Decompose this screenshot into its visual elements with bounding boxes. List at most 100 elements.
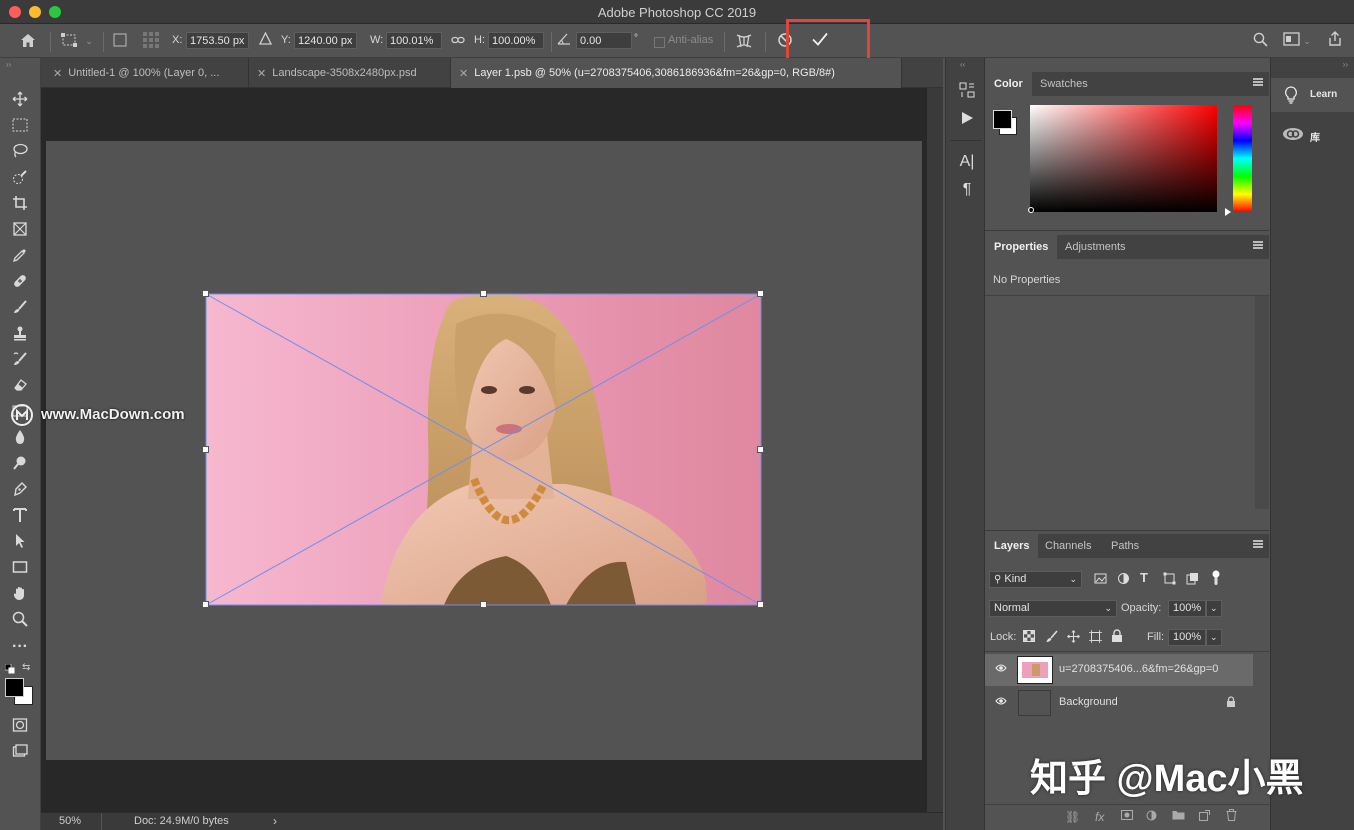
transform-bounding-box[interactable]	[200, 288, 768, 612]
link-icon[interactable]	[450, 33, 466, 49]
warp-icon[interactable]	[734, 32, 754, 53]
tab-channels[interactable]: Channels	[1036, 534, 1100, 558]
color-spectrum-field[interactable]	[1030, 105, 1217, 212]
filter-smart-object-icon[interactable]	[1186, 572, 1200, 586]
color-picker-marker[interactable]	[1028, 207, 1034, 213]
workspace-icon[interactable]	[1281, 32, 1301, 49]
hand-tool-icon[interactable]	[9, 585, 31, 605]
filter-adjustment-icon[interactable]	[1117, 572, 1131, 586]
history-panel-icon[interactable]	[956, 82, 978, 104]
transform-handle-left[interactable]	[202, 446, 209, 453]
delta-icon[interactable]	[257, 31, 273, 48]
x-position-field[interactable]: 1753.50 px	[186, 32, 249, 49]
layer-name[interactable]: u=2708375406...6&fm=26&gp=0	[1059, 663, 1218, 675]
anti-alias-checkbox[interactable]	[653, 35, 665, 51]
history-brush-tool-icon[interactable]	[9, 351, 31, 371]
filter-pixel-icon[interactable]	[1094, 572, 1108, 586]
tab-swatches[interactable]: Swatches	[1031, 72, 1097, 96]
character-panel-icon[interactable]: A|	[956, 151, 978, 173]
panel-menu-icon[interactable]	[1253, 78, 1263, 86]
height-field[interactable]: 100.00%	[488, 32, 544, 49]
learn-panel-button[interactable]: Learn	[1271, 78, 1354, 112]
layer-filter-select[interactable]: ⚲ Kind ⌄	[989, 571, 1082, 588]
panel-menu-icon[interactable]	[1253, 540, 1263, 548]
transform-handle-top-right[interactable]	[757, 290, 764, 297]
chevron-down-icon[interactable]: ⌄	[84, 33, 94, 49]
opacity-field[interactable]: 100%	[1168, 600, 1206, 617]
width-field[interactable]: 100.01%	[386, 32, 442, 49]
lock-position-icon[interactable]	[1067, 630, 1080, 643]
fill-field[interactable]: 100%	[1168, 629, 1206, 646]
transform-tool-icon[interactable]	[58, 33, 80, 50]
actions-play-icon[interactable]	[956, 110, 978, 132]
close-tab-icon[interactable]: ✕	[459, 67, 468, 80]
vertical-scrollbar[interactable]	[927, 88, 943, 812]
home-icon[interactable]	[18, 33, 38, 51]
default-colors-icon[interactable]	[4, 663, 15, 674]
layer-row-smart-object[interactable]: u=2708375406...6&fm=26&gp=0	[985, 654, 1253, 686]
delete-layer-icon[interactable]	[1226, 809, 1238, 822]
close-tab-icon[interactable]: ✕	[257, 67, 266, 80]
lock-all-icon[interactable]	[1111, 629, 1124, 643]
quick-selection-tool-icon[interactable]	[9, 169, 31, 189]
tab-untitled[interactable]: ✕ Untitled-1 @ 100% (Layer 0, ...	[45, 58, 249, 88]
quick-mask-icon[interactable]	[9, 717, 31, 737]
libraries-panel-button[interactable]: 库	[1271, 118, 1354, 152]
filter-shape-icon[interactable]	[1163, 572, 1177, 586]
blur-tool-icon[interactable]	[9, 429, 31, 449]
swap-colors-icon[interactable]: ⇆	[22, 662, 34, 674]
paragraph-panel-icon[interactable]: ¶	[956, 179, 978, 201]
transform-handle-top-left[interactable]	[202, 290, 209, 297]
hue-slider[interactable]	[1233, 105, 1252, 212]
tab-properties[interactable]: Properties	[985, 235, 1058, 259]
fill-chevron-icon[interactable]: ⌄	[1206, 629, 1222, 646]
foreground-color-swatch[interactable]	[5, 678, 24, 697]
more-tools-icon[interactable]: ···	[9, 637, 31, 657]
eraser-tool-icon[interactable]	[9, 377, 31, 397]
healing-brush-tool-icon[interactable]	[9, 273, 31, 293]
workspace-chevron-icon[interactable]: ⌄	[1302, 33, 1312, 49]
tab-layers[interactable]: Layers	[985, 534, 1039, 558]
layer-row-background[interactable]: Background	[985, 687, 1253, 719]
angle-icon[interactable]	[556, 32, 572, 48]
visibility-eye-icon[interactable]	[995, 663, 1007, 675]
collapse-arrows-icon[interactable]: ››	[6, 60, 11, 69]
type-tool-icon[interactable]	[9, 507, 31, 527]
hue-slider-handle[interactable]	[1225, 208, 1231, 216]
collapse-arrows-icon[interactable]: ››	[1343, 60, 1348, 69]
transform-handle-right[interactable]	[757, 446, 764, 453]
lasso-tool-icon[interactable]	[9, 143, 31, 163]
path-selection-tool-icon[interactable]	[9, 533, 31, 553]
tab-color[interactable]: Color	[985, 72, 1032, 96]
filter-type-icon[interactable]: T	[1140, 570, 1154, 585]
document-info[interactable]: Doc: 24.9M/0 bytes	[134, 815, 229, 827]
move-tool-icon[interactable]	[9, 91, 31, 111]
opacity-chevron-icon[interactable]: ⌄	[1206, 600, 1222, 617]
lock-transparent-icon[interactable]	[1023, 630, 1036, 643]
share-icon[interactable]	[1326, 31, 1344, 50]
tab-layer-1-psb[interactable]: ✕ Layer 1.psb @ 50% (u=2708375406,308618…	[451, 58, 902, 88]
zoom-level[interactable]: 50%	[59, 815, 81, 827]
frame-tool-icon[interactable]	[9, 221, 31, 241]
screen-mode-icon[interactable]	[9, 743, 31, 763]
link-layers-icon[interactable]: ⛓	[1065, 810, 1080, 824]
reference-point-checkbox[interactable]	[112, 33, 128, 50]
tab-adjustments[interactable]: Adjustments	[1056, 235, 1135, 259]
tab-paths[interactable]: Paths	[1102, 534, 1148, 558]
status-menu-arrow[interactable]: ›	[273, 814, 277, 828]
visibility-eye-icon[interactable]	[995, 696, 1007, 708]
panel-menu-icon[interactable]	[1253, 241, 1263, 249]
transform-handle-bottom-right[interactable]	[757, 601, 764, 608]
angle-field[interactable]: 0.00	[576, 32, 632, 49]
reference-point-grid-icon[interactable]	[141, 31, 161, 52]
zoom-tool-icon[interactable]	[9, 611, 31, 631]
lock-artboard-icon[interactable]	[1089, 630, 1102, 643]
properties-scrollbar[interactable]	[1255, 296, 1269, 509]
layer-effects-icon[interactable]: fx	[1095, 810, 1104, 824]
dodge-tool-icon[interactable]	[9, 455, 31, 475]
clone-stamp-tool-icon[interactable]	[9, 325, 31, 345]
lock-image-icon[interactable]	[1045, 630, 1058, 643]
new-group-folder-icon[interactable]	[1172, 810, 1186, 822]
search-icon[interactable]	[1251, 32, 1269, 50]
layer-name[interactable]: Background	[1059, 696, 1118, 708]
